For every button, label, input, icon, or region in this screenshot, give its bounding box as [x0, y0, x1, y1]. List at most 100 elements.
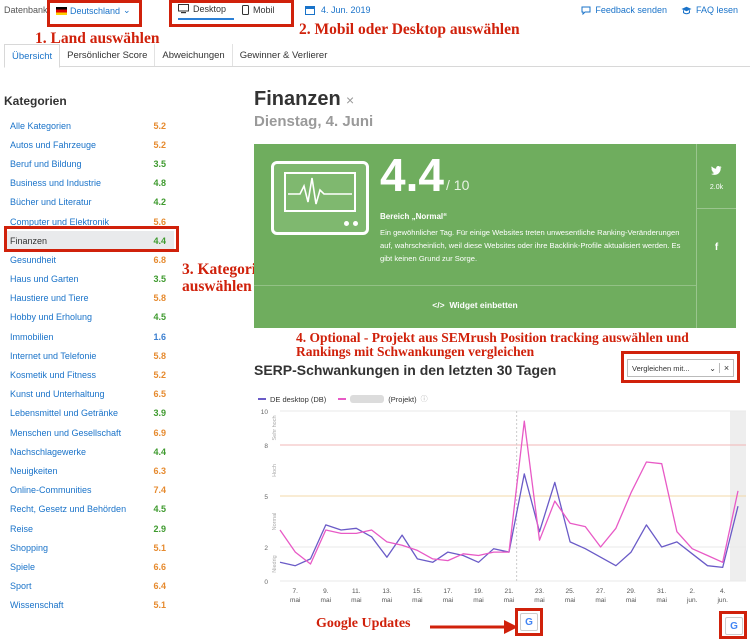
category-label: Kunst und Unterhaltung — [10, 389, 105, 400]
y-tick-label: 5 — [264, 494, 268, 501]
category-score: 4.5 — [153, 312, 166, 323]
sidebar-item-3[interactable]: Business und Industrie 4.8 — [4, 174, 174, 193]
tab-personal-score[interactable]: Persönlicher Score — [60, 44, 156, 66]
sidebar-item-4[interactable]: Bücher und Literatur 4.2 — [4, 193, 174, 212]
category-label: Online-Communities — [10, 485, 92, 496]
category-score: 4.8 — [153, 178, 166, 189]
category-label: Immobilien — [10, 331, 54, 342]
annotation-google-updates: Google Updates — [316, 616, 411, 631]
graduation-cap-icon — [681, 6, 692, 14]
info-icon[interactable]: ⓘ — [421, 394, 428, 404]
embed-widget-label: Widget einbetten — [449, 300, 518, 310]
legend-item-desktop[interactable]: DE desktop (DB) — [258, 395, 326, 404]
zone-label: Hoch — [272, 464, 278, 477]
annotation-step-3-line2: auswählen — [182, 278, 252, 295]
sidebar-item-16[interactable]: Menschen und Gesellschaft 6.9 — [4, 423, 174, 442]
legend-swatch-desktop — [258, 398, 266, 400]
chat-icon — [581, 6, 591, 15]
sidebar-item-8[interactable]: Haus und Garten 3.5 — [4, 270, 174, 289]
x-tick-label: 19. — [474, 588, 483, 595]
tab-overview[interactable]: Übersicht — [4, 44, 61, 68]
sidebar-item-11[interactable]: Immobilien 1.6 — [4, 327, 174, 346]
category-list: Alle Kategorien 5.2 Autos und Fahrzeuge 5.2… — [4, 116, 174, 615]
score-range: Bereich „Normal“ — [380, 212, 448, 221]
tab-deviations[interactable]: Abweichungen — [155, 44, 233, 66]
category-score: 5.2 — [153, 370, 166, 381]
sidebar-item-20[interactable]: Recht, Gesetz und Behörden 4.5 — [4, 500, 174, 519]
sidebar-item-23[interactable]: Spiele 6.6 — [4, 557, 174, 576]
category-label: Sport — [10, 581, 32, 592]
legend-swatch-project — [338, 398, 347, 400]
tab-winners-losers[interactable]: Gewinner & Verlierer — [233, 44, 335, 66]
category-score: 5.8 — [153, 350, 166, 361]
sidebar-item-1[interactable]: Autos und Fahrzeuge 5.2 — [4, 135, 174, 154]
facebook-icon[interactable]: f — [697, 242, 736, 253]
category-label: Kosmetik und Fitness — [10, 370, 97, 381]
annotation-step-3-line1: 3. Kategorie — [182, 261, 263, 278]
x-tick-label: mai — [504, 597, 514, 604]
sidebar-item-7[interactable]: Gesundheit 6.8 — [4, 250, 174, 269]
feedback-link[interactable]: Feedback senden — [581, 5, 667, 15]
category-label: Recht, Gesetz und Behörden — [10, 504, 127, 515]
zone-label: Sehr hoch — [272, 415, 278, 440]
category-label: Nachschlagewerke — [10, 446, 87, 457]
category-label: Internet und Telefonie — [10, 350, 97, 361]
sidebar-item-9[interactable]: Haustiere und Tiere 5.8 — [4, 289, 174, 308]
sidebar-item-2[interactable]: Beruf und Bildung 3.5 — [4, 154, 174, 173]
calendar-icon — [305, 6, 315, 15]
x-tick-label: jun. — [686, 597, 698, 604]
x-tick-label: mai — [656, 597, 666, 604]
y-tick-label: 0 — [264, 579, 268, 586]
sidebar-item-25[interactable]: Wissenschaft 5.1 — [4, 596, 174, 615]
annotation-step-3: 3. Kategorie auswählen — [182, 261, 263, 295]
category-score: 6.8 — [153, 254, 166, 265]
faq-link[interactable]: FAQ lesen — [681, 5, 738, 15]
sidebar-item-19[interactable]: Online-Communities 7.4 — [4, 481, 174, 500]
embed-widget-link[interactable]: </> Widget einbetten — [254, 300, 696, 310]
sidebar-item-10[interactable]: Hobby und Erholung 4.5 — [4, 308, 174, 327]
category-label: Bücher und Literatur — [10, 197, 92, 208]
x-tick-label: 11. — [352, 588, 361, 595]
sidebar-item-12[interactable]: Internet und Telefonie 5.8 — [4, 346, 174, 365]
category-label: Autos und Fahrzeuge — [10, 139, 97, 150]
twitter-icon[interactable] — [697, 166, 736, 178]
x-tick-label: mai — [412, 597, 422, 604]
annotation-arrow — [430, 620, 518, 634]
category-label: Beruf und Bildung — [10, 158, 82, 169]
category-score: 7.4 — [153, 485, 166, 496]
sidebar-item-0[interactable]: Alle Kategorien 5.2 — [4, 116, 174, 135]
sidebar-item-15[interactable]: Lebensmittel und Getränke 3.9 — [4, 404, 174, 423]
heartbeat-icon — [288, 177, 352, 205]
x-tick-label: mai — [534, 597, 544, 604]
category-score: 2.9 — [153, 523, 166, 534]
annotation-box-category — [4, 226, 179, 252]
sidebar-item-17[interactable]: Nachschlagewerke 4.4 — [4, 442, 174, 461]
sidebar-item-18[interactable]: Neuigkeiten 6.3 — [4, 461, 174, 480]
sidebar-item-13[interactable]: Kosmetik und Fitness 5.2 — [4, 365, 174, 384]
sidebar-item-21[interactable]: Reise 2.9 — [4, 519, 174, 538]
y-tick-label: 2 — [264, 545, 268, 552]
twitter-count: 2.0k — [709, 184, 724, 191]
x-tick-label: 15. — [413, 588, 422, 595]
annotation-step-4-line1: 4. Optional - Projekt aus SEMrush Positi… — [296, 330, 689, 345]
date-picker[interactable]: 4. Jun. 2019 — [305, 5, 371, 15]
close-icon[interactable]: × — [346, 92, 354, 108]
x-tick-label: 23. — [535, 588, 544, 595]
sidebar-item-22[interactable]: Shopping 5.1 — [4, 538, 174, 557]
category-score: 5.1 — [153, 600, 166, 611]
annotation-box-compare — [621, 351, 740, 383]
sidebar-item-24[interactable]: Sport 6.4 — [4, 577, 174, 596]
zone-label: Niedrig — [272, 555, 278, 572]
sidebar-item-14[interactable]: Kunst und Unterhaltung 6.5 — [4, 385, 174, 404]
x-tick-label: 17. — [443, 588, 452, 595]
legend-item-project[interactable]: (Projekt) ⓘ — [338, 394, 428, 404]
score-scale: / 10 — [446, 177, 470, 193]
category-label: Wissenschaft — [10, 600, 64, 611]
category-label: Reise — [10, 523, 34, 534]
annotation-step-2: 2. Mobil oder Desktop auswählen — [299, 21, 520, 38]
x-tick-label: mai — [321, 597, 331, 604]
category-label: Shopping — [10, 542, 49, 553]
categories-heading: Kategorien — [4, 94, 67, 108]
x-tick-label: mai — [290, 597, 300, 604]
legend-label-project: (Projekt) — [388, 394, 417, 404]
